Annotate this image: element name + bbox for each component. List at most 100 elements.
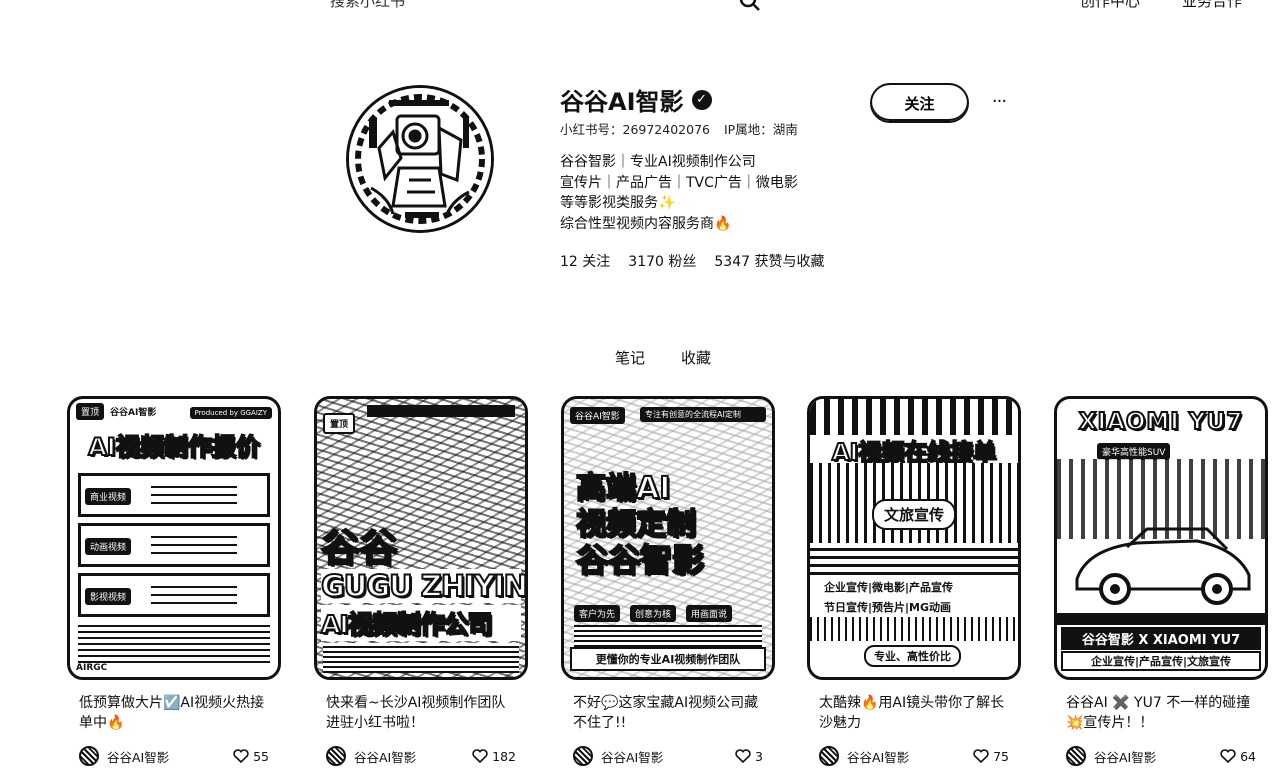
car-illustration [1075, 527, 1251, 605]
bio-line: 综合性型视频内容服务商🔥 [560, 215, 732, 232]
heart-icon [472, 749, 488, 763]
pinned-badge: 置顶 [76, 403, 105, 420]
cover-sub: 豪华高性能SUV [1097, 443, 1171, 460]
cover-tag: 创意为核 [630, 605, 677, 622]
cover-line1: 谷谷 [320, 525, 398, 571]
note-title[interactable]: 谷谷AI ✖️ YU7 不一样的碰撞💥宣传片！！ [1054, 693, 1268, 733]
note-card[interactable]: AI视频在线接单 文旅宣传 企业宣传|微电影|产品宣传 节日宣传|预告片|MG动… [807, 396, 1021, 766]
tab-collections[interactable]: 收藏 [681, 347, 711, 369]
author-avatar[interactable] [326, 746, 346, 766]
row-label: 商业视频 [85, 488, 132, 505]
heart-icon [1220, 749, 1236, 763]
cover-row2: 节日宣传|预告片|MG动画 [824, 599, 952, 615]
more-options-icon[interactable]: ··· [987, 88, 1011, 116]
cover-row: 动画视频 [78, 523, 270, 567]
xhs-id: 小红书号：26972402076 [560, 122, 710, 137]
search-input[interactable]: 搜索小红书 [330, 0, 710, 12]
bio-line: 宣传片｜产品广告｜TVC广告｜微电影 [560, 174, 798, 191]
cover-brand: 谷谷AI智影 [570, 407, 625, 424]
cover-headline: AI视频制作报价 [87, 432, 261, 462]
note-cover[interactable]: AI视频在线接单 文旅宣传 企业宣传|微电影|产品宣传 节日宣传|预告片|MG动… [807, 396, 1021, 680]
likes-count: 5347 [714, 254, 751, 270]
following-count: 12 [560, 254, 578, 270]
cover-line: 谷谷智影 X XIAOMI YU7 [1061, 627, 1261, 650]
row-label: 动画视频 [85, 538, 132, 555]
creator-center-link[interactable]: 创作中心 [1080, 0, 1140, 12]
bio-line: 等等影视类服务✨ [560, 195, 676, 211]
cover-headline: XIAOMI YU7 [1078, 408, 1244, 436]
author-avatar[interactable] [79, 746, 99, 766]
pinned-badge: 置顶 [323, 413, 356, 434]
like-count: 3 [755, 748, 763, 764]
profile-meta: 小红书号：26972402076 IP属地：湖南 [560, 119, 798, 138]
author-avatar[interactable] [819, 746, 839, 766]
profile-name: 谷谷AI智影 ✓ [560, 82, 712, 117]
cover-tag: 客户为先 [574, 605, 621, 622]
note-card[interactable]: 谷谷AI智影 专注有创意的全流程AI定制 高端AI 视频定制 谷谷智影 客户为先… [561, 396, 775, 766]
profile-avatar [346, 85, 494, 233]
cover-brand: 谷谷AI智影 [110, 408, 157, 418]
like-button[interactable]: 3 [735, 749, 763, 764]
likes-stat: 5347 获赞与收藏 [714, 251, 824, 271]
following-stat[interactable]: 12 关注 [560, 251, 610, 271]
note-title[interactable]: 低预算做大片☑️AI视频火热接单中🔥 [67, 693, 281, 733]
row-label: 影视视频 [85, 588, 132, 605]
cover-bottom: 专业、高性价比 [864, 645, 961, 667]
author-avatar[interactable] [573, 746, 593, 766]
top-header: 搜索小红书 创作中心 业务合作 [0, 0, 1280, 14]
note-footer: 谷谷AI智影 55 [67, 746, 281, 766]
followers-label: 粉丝 [668, 254, 697, 270]
note-card[interactable]: XIAOMI YU7 豪华高性能SUV 谷谷智影 X XIAOMI YU7 企业… [1054, 396, 1268, 766]
cover-producer: Produced by GGAIZY [189, 407, 272, 419]
author-name[interactable]: 谷谷AI智影 [847, 747, 973, 766]
note-title[interactable]: 快来看~长沙AI视频制作团队进驻小红书啦！ [314, 693, 528, 733]
cover-bottom: 更懂你的专业AI视频制作团队 [570, 647, 766, 671]
cover-row1: 企业宣传|微电影|产品宣传 [824, 579, 954, 595]
profile-stats: 12 关注 3170 粉丝 5347 获赞与收藏 [560, 251, 824, 271]
like-button[interactable]: 55 [233, 749, 269, 764]
cover-tagline: 专注有创意的全流程AI定制 [640, 407, 766, 422]
cover-tag: 用画面说 [686, 605, 733, 622]
following-label: 关注 [582, 254, 611, 270]
like-button[interactable]: 75 [973, 749, 1009, 764]
note-title[interactable]: 不好💬这家宝藏AI视频公司藏不住了!! [561, 693, 775, 733]
cover-line3: AI视频制作公司 [320, 605, 521, 641]
cover-footer: AIRGC [76, 663, 108, 673]
like-count: 55 [253, 748, 269, 764]
author-name[interactable]: 谷谷AI智影 [107, 747, 233, 766]
note-cover[interactable]: 置顶 谷谷 GUGU ZHIYIN AI视频制作公司 [314, 396, 528, 680]
like-button[interactable]: 64 [1220, 749, 1256, 764]
note-title[interactable]: 太酷辣🔥用AI镜头带你了解长沙魅力 [807, 693, 1021, 733]
note-card[interactable]: 置顶 谷谷AI智影 Produced by GGAIZY AI视频制作报价 商业… [67, 396, 281, 766]
followers-stat[interactable]: 3170 粉丝 [628, 251, 696, 271]
follow-button[interactable]: 关注 [870, 83, 969, 123]
author-name[interactable]: 谷谷AI智影 [1094, 747, 1220, 766]
like-button[interactable]: 182 [472, 749, 516, 764]
search-icon[interactable] [739, 0, 761, 12]
likes-label: 获赞与收藏 [754, 254, 825, 270]
like-count: 182 [492, 748, 516, 764]
heart-icon [233, 749, 249, 763]
like-count: 75 [993, 748, 1009, 764]
note-cover[interactable]: XIAOMI YU7 豪华高性能SUV 谷谷智影 X XIAOMI YU7 企业… [1054, 396, 1268, 680]
author-avatar[interactable] [1066, 746, 1086, 766]
profile-name-text: 谷谷AI智影 [560, 88, 684, 116]
note-card[interactable]: 置顶 谷谷 GUGU ZHIYIN AI视频制作公司 快来看~长沙AI视频制作团… [314, 396, 528, 766]
note-cover[interactable]: 置顶 谷谷AI智影 Produced by GGAIZY AI视频制作报价 商业… [67, 396, 281, 680]
note-cover[interactable]: 谷谷AI智影 专注有创意的全流程AI定制 高端AI 视频定制 谷谷智影 客户为先… [561, 396, 775, 680]
cover-line2: GUGU ZHIYIN [320, 568, 527, 604]
heart-icon [973, 749, 989, 763]
note-footer: 谷谷AI智影 182 [314, 746, 528, 766]
profile-bio: 谷谷智影｜专业AI视频制作公司 宣传片｜产品广告｜TVC广告｜微电影 等等影视类… [560, 152, 798, 234]
note-footer: 谷谷AI智影 64 [1054, 746, 1268, 766]
followers-count: 3170 [628, 254, 664, 270]
business-link[interactable]: 业务合作 [1182, 0, 1242, 12]
bio-line: 谷谷智影｜专业AI视频制作公司 [560, 154, 756, 170]
ip-location: IP属地：湖南 [723, 122, 798, 137]
note-footer: 谷谷AI智影 75 [807, 746, 1021, 766]
cover-row: 商业视频 [78, 473, 270, 517]
cover-bottom: 企业宣传|产品宣传|文旅宣传 [1061, 651, 1261, 671]
author-name[interactable]: 谷谷AI智影 [601, 747, 735, 766]
tab-notes[interactable]: 笔记 [615, 347, 645, 369]
author-name[interactable]: 谷谷AI智影 [354, 747, 472, 766]
